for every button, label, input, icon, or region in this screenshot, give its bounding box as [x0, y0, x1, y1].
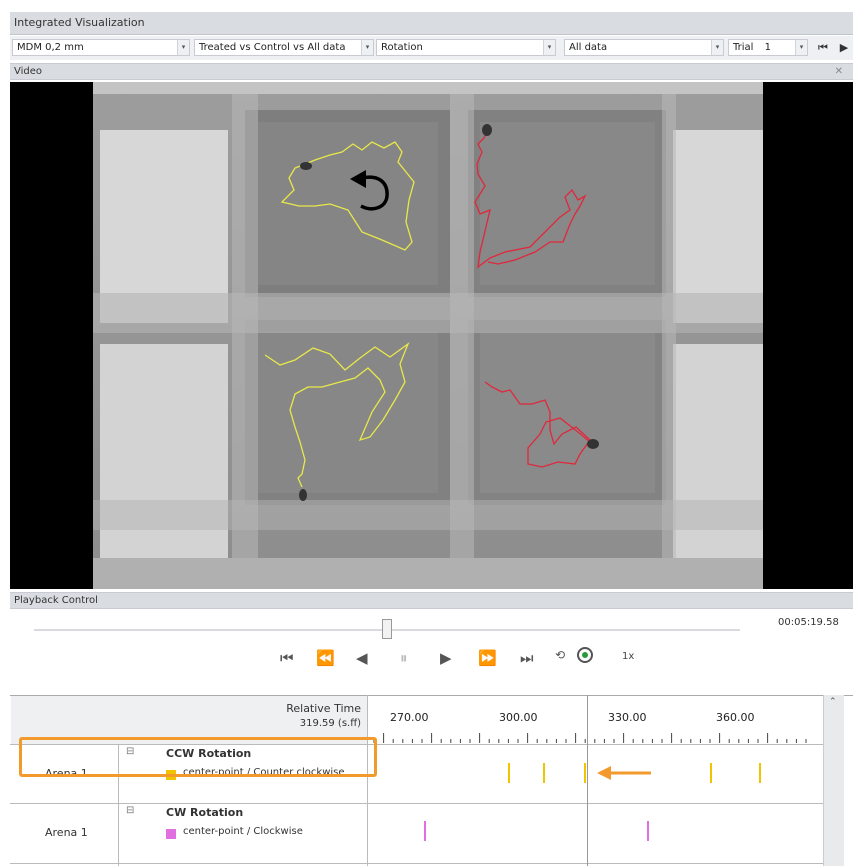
variable-select[interactable]: Rotation ▾ [376, 39, 556, 56]
trial-value: 1 [764, 42, 771, 53]
trial-label: Trial [733, 42, 754, 53]
arrow-left-icon [597, 766, 651, 780]
video-image [10, 82, 853, 589]
video-frame[interactable] [10, 82, 853, 589]
measure-select[interactable]: MDM 0,2 mm ▾ [12, 39, 190, 56]
vertical-scrollbar[interactable]: ⌃ [823, 695, 844, 866]
skip-end-icon[interactable]: ⏭ [520, 649, 534, 667]
legend-swatch [166, 829, 176, 839]
chevron-down-icon[interactable]: ▾ [177, 40, 189, 55]
row-group-title: CW Rotation [166, 806, 244, 819]
trial-select[interactable]: Trial 1 ▾ [728, 39, 808, 56]
tick-label: 360.00 [716, 711, 755, 724]
timeline-panel: Relative Time 319.59 (s.ff) 270.00 300.0… [10, 695, 853, 866]
loop-icon[interactable]: ⟲ [555, 648, 565, 662]
skip-start-icon[interactable]: ⏮ [280, 649, 294, 667]
variable-select-value: Rotation [381, 42, 423, 53]
video-panel-title: Video [14, 66, 43, 77]
pause-icon[interactable]: ⏸ [400, 649, 408, 667]
skip-start-icon[interactable]: ⏮ [815, 39, 831, 56]
measure-select-value: MDM 0,2 mm [17, 42, 84, 53]
cw-event-mark [424, 821, 426, 841]
playback-time: 00:05:19.58 [778, 617, 839, 628]
chevron-down-icon[interactable]: ▾ [543, 40, 555, 55]
row-series-label: center-point / Clockwise [183, 826, 303, 837]
playback-panel-header: Playback Control [10, 592, 853, 609]
highlight-box [19, 737, 377, 777]
chevron-down-icon[interactable]: ▾ [795, 40, 807, 55]
window-title: Integrated Visualization [14, 16, 145, 29]
relative-time-label: Relative Time [286, 702, 361, 715]
ccw-event-mark [508, 763, 510, 783]
playback-panel: 00:05:19.58 ⏮ ⏪ ◀ ⏸ ▶ ⏩ ⏭ ⟲ 1x [10, 611, 853, 691]
collapse-icon[interactable]: ⊟ [126, 805, 134, 816]
relative-time-value: 319.59 (s.ff) [299, 718, 361, 729]
filter-select[interactable]: All data ▾ [564, 39, 724, 56]
tick-label: 270.00 [390, 711, 429, 724]
cw-event-mark [647, 821, 649, 841]
step-forward-icon[interactable]: ⏩ [478, 649, 497, 667]
tick-label: 300.00 [499, 711, 538, 724]
playback-speed: 1x [622, 651, 635, 662]
chevron-down-icon[interactable]: ▾ [361, 40, 373, 55]
ccw-event-mark [584, 763, 586, 783]
time-axis [373, 733, 807, 743]
group-select[interactable]: Treated vs Control vs All data ▾ [194, 39, 374, 56]
toolbar: MDM 0,2 mm ▾ Treated vs Control vs All d… [10, 36, 853, 60]
ccw-event-mark [759, 763, 761, 783]
playback-panel-title: Playback Control [14, 595, 98, 606]
ccw-event-mark [710, 763, 712, 783]
step-back-fast-icon[interactable]: ⏪ [316, 649, 335, 667]
close-icon[interactable]: ✕ [835, 66, 843, 77]
record-icon[interactable] [577, 647, 593, 663]
filter-select-value: All data [569, 42, 608, 53]
chevron-up-icon[interactable]: ⌃ [829, 697, 837, 707]
arena-label: Arena 1 [45, 826, 88, 839]
chevron-down-icon[interactable]: ▾ [711, 40, 723, 55]
play-icon[interactable]: ▶ [836, 39, 852, 56]
tick-label: 330.00 [608, 711, 647, 724]
play-icon[interactable]: ▶ [440, 649, 452, 667]
video-panel-header: Video ✕ [10, 63, 853, 80]
window-title-bar: Integrated Visualization [10, 12, 853, 35]
seek-thumb[interactable] [382, 619, 392, 639]
step-back-icon[interactable]: ◀ [356, 649, 368, 667]
group-select-value: Treated vs Control vs All data [199, 42, 346, 53]
ccw-event-mark [543, 763, 545, 783]
